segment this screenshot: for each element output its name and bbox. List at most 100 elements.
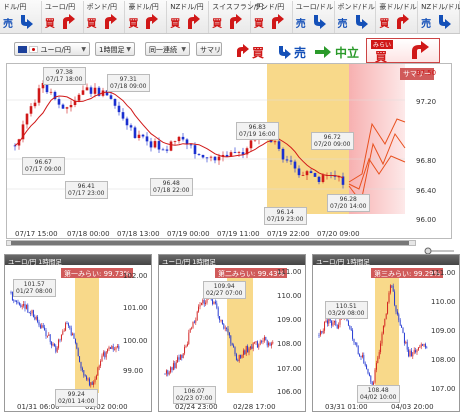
x-tick: 07/18 00:00 <box>67 230 110 238</box>
pair-name: ユーロ/ドル <box>295 3 334 11</box>
summary-button[interactable]: サマリ <box>196 42 222 56</box>
candle <box>89 87 93 94</box>
main-chart[interactable]: サマリー 97.20 96.80 96.40 96.00 97.50 07/17… <box>6 63 452 239</box>
candle <box>331 321 333 326</box>
candle <box>179 354 181 360</box>
candle <box>252 342 254 349</box>
price-callout: 96.67 07/17 09:00 <box>22 157 65 175</box>
y-tick: 102.00 <box>123 272 148 280</box>
candle <box>426 347 428 349</box>
forecast-signal-box[interactable]: みらい 買 <box>366 38 440 64</box>
candle <box>237 152 241 153</box>
candle <box>402 327 404 333</box>
candle <box>97 367 99 376</box>
similar-chart-2[interactable]: ユーロ/円 1時間足 第二みらい: 99.43% 111.00 110.00 1… <box>158 254 306 412</box>
candle <box>230 335 232 344</box>
candle <box>403 332 405 344</box>
continuous-select[interactable]: 同一連続 ▼ <box>145 42 190 56</box>
candle <box>356 342 358 346</box>
candle <box>184 347 186 354</box>
pair-signal: 買 <box>253 19 264 30</box>
candle <box>258 344 260 348</box>
pair-button[interactable]: ドル/円売 <box>0 1 42 33</box>
pair-name: ユーロ/円 <box>44 3 76 11</box>
candle <box>27 304 29 313</box>
buy-signal[interactable]: 買 <box>234 40 272 62</box>
candle <box>84 375 86 377</box>
x-tick: 07/19 22:00 <box>267 230 310 238</box>
candle <box>28 312 30 314</box>
neutral-signal[interactable]: 中立 <box>314 40 360 62</box>
candle <box>37 316 39 322</box>
sell-arrow-icon <box>21 15 33 29</box>
timeframe-select-label: 1時間足 <box>99 46 125 54</box>
similar-chart-1[interactable]: ユーロ/円 1時間足 第一みらい: 99.73% 102.00 101.00 1… <box>4 254 152 412</box>
candle <box>410 350 412 357</box>
price-callout: 99.24 02/01 14:00 <box>55 389 98 407</box>
pair-name: ポンド/ドル <box>337 3 375 11</box>
candle <box>30 313 32 314</box>
scrollbar-thumb[interactable] <box>11 241 409 245</box>
pair-signal: 買 <box>212 19 223 30</box>
pair-signal: 買 <box>379 19 390 30</box>
candle <box>240 354 242 358</box>
candle <box>229 152 233 157</box>
pair-button[interactable]: ポンド/円買 <box>84 1 126 33</box>
candle <box>203 299 205 304</box>
pair-signal: 売 <box>3 19 13 30</box>
y-tick: 111.00 <box>431 269 456 277</box>
candle <box>326 320 328 324</box>
candle <box>74 338 76 344</box>
sell-signal[interactable]: 売 <box>276 40 312 62</box>
candle <box>256 341 258 348</box>
candle <box>175 362 177 368</box>
candle <box>285 159 289 161</box>
pair-button[interactable]: 豪ドル/ドル買 <box>376 1 419 33</box>
candle <box>114 349 116 351</box>
candle <box>377 357 379 364</box>
pair-button[interactable]: ランド/円買 <box>251 1 293 33</box>
main-chart-plot <box>7 64 406 214</box>
candle <box>69 325 71 328</box>
pair-button[interactable]: ユーロ/円買 <box>42 1 84 33</box>
candle <box>35 316 37 320</box>
y-tick: 110.00 <box>277 292 302 300</box>
y-tick: 110.00 <box>431 298 456 306</box>
candle <box>46 335 48 337</box>
candle <box>177 136 181 142</box>
pair-button[interactable]: NZドル/ドル売 <box>418 1 460 33</box>
candle <box>93 382 95 385</box>
pair-button[interactable]: NZドル/円買 <box>167 1 210 33</box>
candle <box>366 365 368 369</box>
candle <box>339 318 341 325</box>
candle <box>137 134 141 138</box>
chart-scrollbar[interactable] <box>6 240 416 246</box>
candle <box>63 330 65 332</box>
y-tick: 109.00 <box>431 327 456 335</box>
pair-button[interactable]: スイスフラン/円買 <box>209 1 263 33</box>
candle <box>79 356 81 362</box>
pair-button[interactable]: ポンド/ドル売 <box>335 1 377 33</box>
candle <box>370 375 372 382</box>
pair-button[interactable]: ユーロ/ドル売 <box>293 1 335 33</box>
x-tick: 04/03 20:00 <box>391 403 434 411</box>
pair-select[interactable]: ユーロ/円 ▼ <box>14 42 90 56</box>
candle <box>374 369 376 383</box>
similar-chart-3[interactable]: ユーロ/円 1時間足 第三みらい: 99.29% 111.00 110.00 1… <box>312 254 460 412</box>
candle <box>44 327 46 331</box>
candle <box>165 149 169 151</box>
candle <box>409 350 411 357</box>
candle <box>419 347 421 348</box>
candle <box>181 136 185 140</box>
sell-signal-label: 売 <box>294 46 307 60</box>
y-tick-arrow: 97.50 <box>416 69 437 77</box>
subchart-title: ユーロ/円 1時間足 <box>313 255 459 266</box>
timeframe-select[interactable]: 1時間足 ▼ <box>95 42 135 56</box>
zoom-slider[interactable] <box>420 240 456 255</box>
candle <box>385 313 387 319</box>
pair-button[interactable]: 豪ドル/円買 <box>125 1 168 33</box>
candle <box>235 354 237 361</box>
candle <box>168 372 170 375</box>
candle <box>62 331 64 335</box>
candle <box>32 310 34 318</box>
